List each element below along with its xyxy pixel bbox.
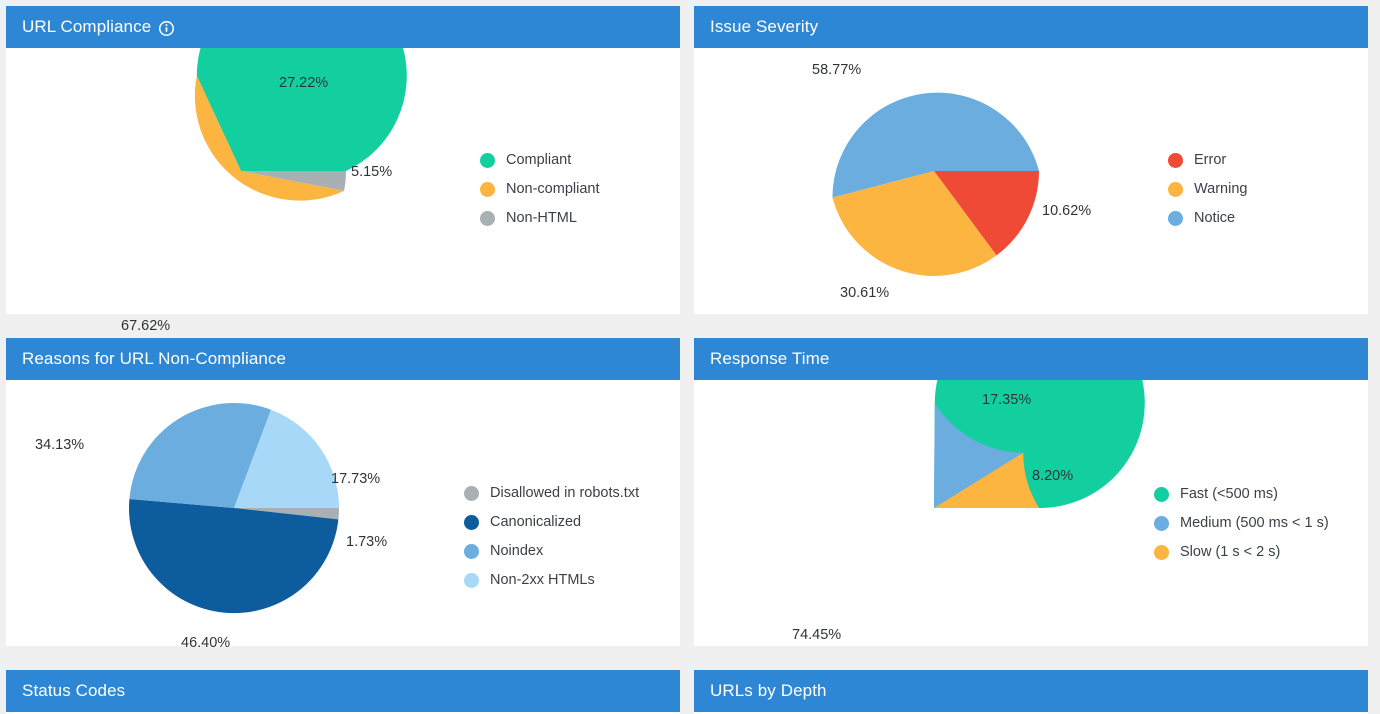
legend-label-non-html: Non-HTML (506, 210, 577, 226)
slice-label-fast: 74.45% (792, 627, 842, 643)
panel-header-urls-by-depth: URLs by Depth (694, 670, 1368, 712)
panel-grid: URL Compliance 67.62% 27.22% 5.15% Compl… (6, 6, 1374, 714)
legend-label-compliant: Compliant (506, 152, 572, 168)
dashboard-root: URL Compliance 67.62% 27.22% 5.15% Compl… (0, 0, 1380, 714)
legend-item-notice[interactable]: Notice (1168, 210, 1247, 226)
legend-item-fast[interactable]: Fast (<500 ms) (1154, 486, 1329, 502)
panel-body-issue-severity: 58.77% 30.61% 10.62% Error Warning Notic… (694, 48, 1368, 314)
legend-item-warning[interactable]: Warning (1168, 181, 1247, 197)
panel-header-reasons: Reasons for URL Non-Compliance (6, 338, 680, 380)
legend-label-canonicalized: Canonicalized (490, 514, 582, 530)
legend-item-canonicalized[interactable]: Canonicalized (464, 514, 639, 530)
legend-label-disallowed-in-robots: Disallowed in robots.txt (490, 485, 640, 501)
legend-item-non-compliant[interactable]: Non-compliant (480, 181, 600, 197)
slice-label-error: 10.62% (1042, 203, 1092, 219)
legend-label-slow: Slow (1 s < 2 s) (1180, 544, 1281, 560)
legend-label-non-2xx-htmls: Non-2xx HTMLs (490, 572, 595, 588)
panel-body-response-time: 17.35% 8.20% 74.45% Fast (<500 ms) Mediu… (694, 380, 1368, 646)
legend-swatch-noindex (464, 543, 479, 559)
legend-item-slow[interactable]: Slow (1 s < 2 s) (1154, 544, 1329, 560)
panel-header-response-time: Response Time (694, 338, 1368, 380)
pie-slices (832, 92, 1039, 276)
legend-swatch-slow (1154, 544, 1169, 560)
legend-item-medium[interactable]: Medium (500 ms < 1 s) (1154, 515, 1329, 531)
legend-item-noindex[interactable]: Noindex (464, 543, 639, 559)
slice-label-non-compliant: 27.22% (279, 75, 329, 91)
legend-label-medium: Medium (500 ms < 1 s) (1180, 515, 1329, 531)
panel-header-issue-severity: Issue Severity (694, 6, 1368, 48)
pie-slices (934, 380, 1145, 509)
panel-header-status-codes: Status Codes (6, 670, 680, 712)
panel-title-status-codes: Status Codes (22, 681, 126, 700)
legend-label-non-compliant: Non-compliant (506, 181, 600, 197)
legend-issue-severity: Error Warning Notice (1168, 152, 1247, 226)
slice-label-non-2xx-htmls: 17.73% (331, 471, 381, 487)
panel-header-url-compliance: URL Compliance (6, 6, 680, 48)
legend-reasons: Disallowed in robots.txt Canonicalized N… (464, 485, 639, 588)
slice-label-compliant: 67.62% (121, 318, 171, 334)
panel-title-urls-by-depth: URLs by Depth (710, 681, 827, 700)
legend-swatch-non-2xx-htmls (464, 572, 479, 588)
slice-label-slow: 8.20% (1032, 468, 1074, 484)
panel-title-issue-severity: Issue Severity (710, 17, 819, 36)
legend-swatch-fast (1154, 486, 1169, 502)
slice-label-medium: 17.35% (982, 392, 1032, 408)
panel-response-time: Response Time 17.35% 8.20% 74.45% Fast (… (694, 338, 1368, 646)
legend-label-fast: Fast (<500 ms) (1180, 486, 1278, 502)
legend-item-compliant[interactable]: Compliant (480, 152, 600, 168)
slice-label-noindex: 34.13% (35, 437, 85, 453)
legend-item-error[interactable]: Error (1168, 152, 1247, 168)
panel-reasons-for-url-non-compliance: Reasons for URL Non-Compliance 34.13% 17… (6, 338, 680, 651)
chart-response-time: 17.35% 8.20% 74.45% Fast (<500 ms) Mediu… (694, 380, 1368, 646)
legend-swatch-notice (1168, 210, 1183, 226)
pie-slice-canonicalized (128, 498, 339, 614)
legend-swatch-warning (1168, 181, 1183, 197)
legend-label-warning: Warning (1194, 181, 1248, 197)
legend-swatch-medium (1154, 515, 1169, 531)
legend-item-non-html[interactable]: Non-HTML (480, 210, 600, 226)
legend-label-notice: Notice (1194, 210, 1236, 226)
legend-url-compliance: Compliant Non-compliant Non-HTML (480, 152, 600, 226)
slice-label-disallowed-in-robots: 1.73% (346, 534, 388, 550)
legend-swatch-disallowed-in-robots (464, 485, 479, 501)
panel-issue-severity: Issue Severity 58.77% 30.61% 10.62% Erro… (694, 6, 1368, 314)
pie-slices (128, 402, 339, 614)
chart-url-compliance: 67.62% 27.22% 5.15% Compliant Non-compli… (6, 48, 680, 334)
legend-swatch-non-compliant (480, 181, 495, 197)
legend-label-error: Error (1194, 152, 1227, 168)
legend-swatch-non-html (480, 210, 495, 226)
legend-label-noindex: Noindex (490, 543, 544, 559)
slice-label-non-html: 5.15% (351, 164, 393, 180)
legend-response-time: Fast (<500 ms) Medium (500 ms < 1 s) Slo… (1154, 486, 1329, 560)
chart-issue-severity: 58.77% 30.61% 10.62% Error Warning Notic… (694, 48, 1368, 314)
legend-swatch-compliant (480, 152, 495, 168)
panel-urls-by-depth: URLs by Depth (694, 670, 1368, 714)
info-icon[interactable] (159, 20, 175, 36)
slice-label-canonicalized: 46.40% (181, 635, 231, 651)
pie-svg-issue-severity (832, 92, 1039, 276)
panel-body-reasons: 34.13% 17.73% 1.73% 46.40% Disallowed in… (6, 380, 680, 651)
panel-title-response-time: Response Time (710, 349, 830, 368)
panel-status-codes: Status Codes (6, 670, 680, 714)
panel-url-compliance: URL Compliance 67.62% 27.22% 5.15% Compl… (6, 6, 680, 334)
slice-label-notice: 58.77% (812, 62, 862, 78)
chart-reasons: 34.13% 17.73% 1.73% 46.40% Disallowed in… (6, 380, 680, 651)
legend-item-disallowed-in-robots[interactable]: Disallowed in robots.txt (464, 485, 639, 501)
legend-item-non-2xx-htmls[interactable]: Non-2xx HTMLs (464, 572, 639, 588)
legend-swatch-error (1168, 152, 1183, 168)
legend-swatch-canonicalized (464, 514, 479, 530)
panel-body-url-compliance: 67.62% 27.22% 5.15% Compliant Non-compli… (6, 48, 680, 334)
slice-label-warning: 30.61% (840, 285, 890, 301)
panel-title-url-compliance: URL Compliance (22, 17, 152, 36)
panel-title-reasons: Reasons for URL Non-Compliance (22, 349, 287, 368)
